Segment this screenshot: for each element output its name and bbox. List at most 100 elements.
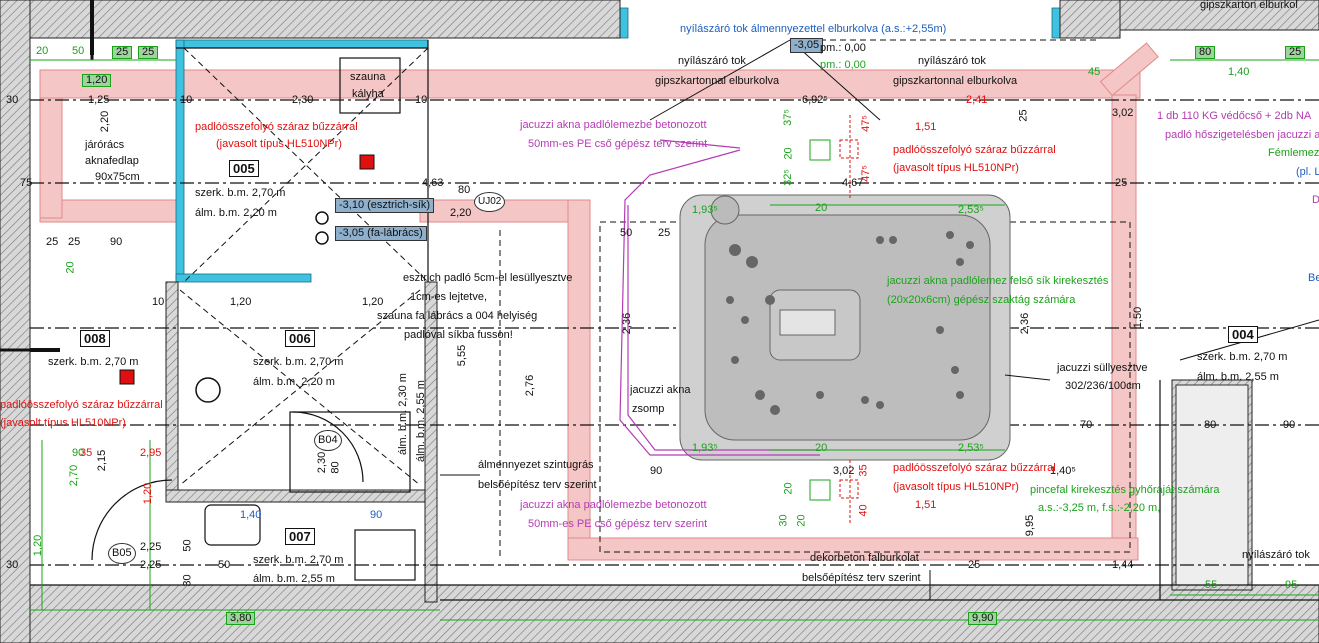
right-note-1: 1 db 110 KG védőcső + 2db NA bbox=[1157, 110, 1312, 122]
dim-green: 80 bbox=[1195, 46, 1216, 59]
room-007: 007 bbox=[285, 528, 315, 545]
dim: 70 bbox=[1080, 419, 1093, 431]
dim: 10 bbox=[152, 296, 165, 308]
dim: 2,41 bbox=[966, 94, 988, 106]
dim: 2,30 bbox=[292, 94, 314, 106]
jac-sunk-2: 302/236/100cm bbox=[1065, 380, 1141, 392]
sauna-stove-2: kályha bbox=[352, 88, 384, 100]
grate-1: járórács bbox=[85, 139, 125, 151]
drain-008-1: padlóösszefolyó száraz bűzzárral bbox=[0, 399, 163, 411]
dim: 80 bbox=[329, 461, 342, 474]
dim: 1,20 bbox=[230, 296, 252, 308]
dim-green: 2,53⁵ bbox=[958, 442, 984, 454]
dim-blue: 90 bbox=[370, 509, 383, 521]
dim: 30 bbox=[181, 574, 194, 587]
note-door-frame-left: nyílászáró tok bbox=[678, 55, 746, 67]
note-door-frame-left2: gipszkartonnal elburkolva bbox=[655, 75, 780, 87]
dim: 1,50 bbox=[1132, 306, 1145, 329]
pm-label-2: pm.: 0,00 bbox=[820, 59, 866, 71]
dim: 25 bbox=[46, 236, 59, 248]
dim: 2,36 bbox=[1019, 312, 1032, 335]
jac-slab-1: jacuzzi akna padlólemez felső sík kireke… bbox=[887, 275, 1109, 287]
alm-007: álm. b.m. 2,55 m bbox=[253, 573, 335, 585]
dim: 90 bbox=[1283, 419, 1296, 431]
decor-1: dekorbeton falburkolat bbox=[810, 552, 919, 564]
dim-green: 25 bbox=[112, 46, 133, 59]
dim-green: 20 bbox=[815, 202, 828, 214]
jac-pipe-bot-1: jacuzzi akna padlólemezbe betonozott bbox=[520, 499, 707, 511]
right-note-4: (pl. L bbox=[1296, 166, 1319, 178]
dim-green: 25 bbox=[1285, 46, 1306, 59]
dim: 1,20 bbox=[142, 482, 155, 505]
alm-step-1: álmennyezet szintugrás bbox=[478, 459, 594, 471]
dim-green: 90 bbox=[72, 447, 85, 459]
dim: 50 bbox=[620, 227, 633, 239]
szerk-005: szerk. b.m. 2,70 m bbox=[195, 187, 286, 199]
dim: 2,25 bbox=[140, 541, 162, 553]
dim-green: 2,53⁵ bbox=[958, 204, 984, 216]
right-top: gipszkarton elburkol bbox=[1200, 0, 1298, 11]
dim: 50 bbox=[218, 559, 231, 571]
alm-b-1: álm. b.m. 2,30 m bbox=[397, 373, 409, 455]
right-note-3: Fémlemez bbox=[1268, 147, 1319, 159]
alm-006: álm. b.m. 2,20 m bbox=[253, 376, 335, 388]
esztrich-2: 1cm-es lejtetve, bbox=[410, 291, 488, 303]
level-302: 3,02 bbox=[833, 465, 855, 477]
dim: 90 bbox=[650, 465, 663, 477]
dim-green: 55 bbox=[1205, 579, 1218, 591]
dim-green: 20 bbox=[64, 261, 77, 274]
alm-005: álm. b.m. 2,20 m bbox=[195, 207, 277, 219]
dim: 50 bbox=[181, 539, 194, 552]
drain-008-2: (javasolt típus HL510NPr) bbox=[0, 417, 126, 429]
dim-green: 9,90 bbox=[968, 612, 998, 625]
drain-top-1: padlóösszefolyó száraz bűzzárral bbox=[893, 144, 1056, 156]
dim-blue: 1,40 bbox=[240, 509, 262, 521]
jac-sump-1: jacuzzi akna bbox=[630, 384, 691, 396]
dim: 1,20 bbox=[362, 296, 384, 308]
nyil-right: nyílászáró tok bbox=[1242, 549, 1310, 561]
right-note-2: padló hőszigetelésben jacuzzi akn bbox=[1165, 129, 1319, 141]
szerk-007: szerk. b.m. 2,70 m bbox=[253, 554, 344, 566]
alm-b-2: álm. b.m. 2,55 m bbox=[415, 380, 427, 462]
szerk-008: szerk. b.m. 2,70 m bbox=[48, 356, 139, 368]
dim: 80 bbox=[1204, 419, 1217, 431]
dim: 2,36 bbox=[621, 312, 634, 335]
room-006: 006 bbox=[285, 330, 315, 347]
dim: 2,20 bbox=[99, 110, 112, 133]
dim-green: 45 bbox=[1088, 66, 1101, 78]
jac-slab-2: (20x20x6cm) gépész szaktág számára bbox=[887, 294, 1076, 306]
level-fa: -3,05 (fa-lábrács) bbox=[335, 226, 427, 241]
dim: 4,63 bbox=[422, 177, 444, 189]
dim-red: 47⁵ bbox=[859, 115, 872, 132]
dim: 25 bbox=[1115, 177, 1128, 189]
room-004: 004 bbox=[1228, 326, 1258, 343]
esztrich-4: padlóval síkba fusson! bbox=[404, 329, 513, 341]
dim: 3,02 bbox=[1112, 107, 1134, 119]
note-door-frame-right: nyílászáró tok bbox=[918, 55, 986, 67]
szerk-004: szerk. b.m. 2,70 m bbox=[1197, 351, 1288, 363]
jac-pipe-top-1: jacuzzi akna padlólemezbe betonozott bbox=[520, 119, 707, 131]
dim-green: 20 bbox=[815, 442, 828, 454]
dim-green: 20 bbox=[795, 514, 808, 527]
dim-green: 1,93⁵ bbox=[692, 442, 718, 454]
dim-green: 1,20 bbox=[32, 534, 45, 557]
tag-b04: B04 bbox=[314, 430, 342, 451]
dim: 10 bbox=[180, 94, 193, 106]
right-be: Be bbox=[1308, 272, 1319, 284]
esztrich-1: esztrich padló 5cm-el lesüllyesztve bbox=[403, 272, 573, 284]
dim: 6,92⁵ bbox=[802, 94, 828, 106]
note-door-frame-right2: gipszkartonnal elburkolva bbox=[893, 75, 1018, 87]
drain-top-2: (javasolt típus HL510NPr) bbox=[893, 162, 1019, 174]
grate-2: aknafedlap bbox=[85, 155, 139, 167]
dim: 25 bbox=[1017, 109, 1030, 122]
dim-green: 25 bbox=[138, 46, 159, 59]
dim: 90 bbox=[110, 236, 123, 248]
dim: 1,44 bbox=[1112, 559, 1134, 571]
drain-bot-1: padlóösszefolyó száraz bűzzárral bbox=[893, 462, 1056, 474]
szerk-006: szerk. b.m. 2,70 m bbox=[253, 356, 344, 368]
dim-red: 1,51 bbox=[915, 121, 937, 133]
jac-sunk-1: jacuzzi süllyesztve bbox=[1057, 362, 1148, 374]
note-door-frame-top: nyílászáró tok álmennyezettel elburkolva… bbox=[680, 23, 947, 35]
dim-green: 20 bbox=[782, 147, 795, 160]
dim-green: 1,20 bbox=[82, 74, 112, 87]
